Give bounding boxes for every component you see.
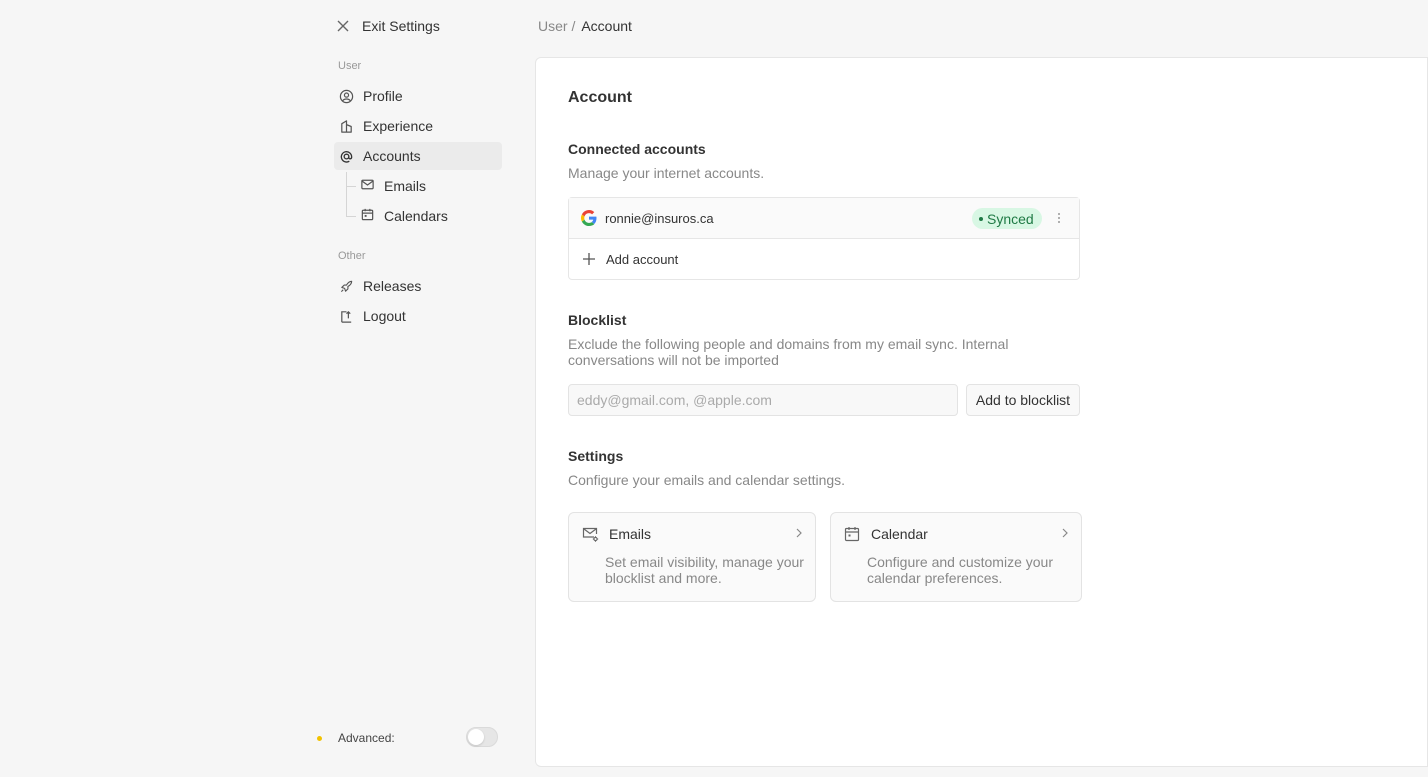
exit-settings-button[interactable]: Exit Settings xyxy=(334,14,440,38)
other-section-label: Other xyxy=(338,250,366,262)
plus-icon xyxy=(583,253,595,265)
sidebar-item-label: Experience xyxy=(363,118,434,134)
sidebar-item-experience[interactable]: Experience xyxy=(334,112,502,140)
sidebar-item-label: Releases xyxy=(363,278,422,294)
blocklist-heading: Blocklist xyxy=(568,312,627,328)
breadcrumb: User / Account xyxy=(538,18,632,34)
toggle-knob xyxy=(468,729,484,745)
calendar-icon xyxy=(360,207,375,225)
more-vertical-icon[interactable] xyxy=(1053,210,1065,226)
emails-settings-card[interactable]: Emails Set email visibility, manage your… xyxy=(568,512,816,602)
sidebar-item-profile[interactable]: Profile xyxy=(334,82,502,110)
exit-settings-label: Exit Settings xyxy=(362,18,440,34)
rocket-icon xyxy=(338,278,354,294)
experience-icon xyxy=(338,118,354,134)
connected-accounts-description: Manage your internet accounts. xyxy=(568,165,765,181)
user-section-label: User xyxy=(338,60,362,72)
settings-heading: Settings xyxy=(568,448,624,464)
advanced-indicator-dot xyxy=(317,735,322,741)
emails-card-description: Set email visibility, manage your blockl… xyxy=(605,554,804,586)
status-badge: Synced xyxy=(972,208,1042,229)
sidebar-item-emails[interactable]: Emails xyxy=(360,172,426,200)
sidebar-item-releases[interactable]: Releases xyxy=(334,272,502,300)
blocklist-description-line: Exclude the following people and domains… xyxy=(568,336,1009,352)
mail-icon xyxy=(360,177,375,195)
logout-icon xyxy=(338,308,354,324)
sidebar-item-accounts[interactable]: Accounts xyxy=(334,142,502,170)
sidebar-item-label: Logout xyxy=(363,308,406,324)
settings-sidebar: Exit Settings User Profile Experience Ac… xyxy=(0,0,534,777)
account-row[interactable]: ronnie@insuros.ca Synced xyxy=(569,198,1079,239)
status-dot xyxy=(979,216,983,221)
blocklist-description: Exclude the following people and domains… xyxy=(568,336,1008,368)
tree-branch xyxy=(346,186,356,187)
breadcrumb-parent[interactable]: User / xyxy=(538,18,575,34)
sidebar-item-label: Calendars xyxy=(384,208,448,224)
chevron-right-icon xyxy=(796,528,802,538)
page-title: Account xyxy=(568,89,632,106)
close-icon xyxy=(334,17,352,35)
card-description-line: Set email visibility, manage your xyxy=(605,554,804,570)
sidebar-item-calendars[interactable]: Calendars xyxy=(360,202,448,230)
accounts-list: ronnie@insuros.ca Synced Add account xyxy=(568,197,1080,280)
tree-line xyxy=(346,172,347,216)
google-icon xyxy=(581,210,597,226)
chevron-right-icon xyxy=(1062,528,1068,538)
settings-panel: Account Connected accounts Manage your i… xyxy=(535,57,1428,767)
user-circle-icon xyxy=(338,88,354,104)
calendar-settings-card[interactable]: Calendar Configure and customize your ca… xyxy=(830,512,1082,602)
sidebar-item-label: Emails xyxy=(384,178,427,194)
breadcrumb-current: Account xyxy=(581,18,632,34)
sidebar-item-label: Accounts xyxy=(363,148,421,164)
connected-accounts-heading: Connected accounts xyxy=(568,141,706,157)
sidebar-item-logout[interactable]: Logout xyxy=(334,302,502,330)
advanced-label: Advanced: xyxy=(338,731,395,745)
account-email: ronnie@insuros.ca xyxy=(605,210,714,226)
card-description-line: blocklist and more. xyxy=(605,570,722,586)
at-icon xyxy=(338,148,354,164)
calendar-card-description: Configure and customize your calendar pr… xyxy=(867,554,1053,586)
mail-settings-icon xyxy=(582,527,599,542)
calendar-icon xyxy=(844,527,860,542)
blocklist-input[interactable] xyxy=(568,384,958,416)
settings-description: Configure your emails and calendar setti… xyxy=(568,472,846,488)
add-to-blocklist-button[interactable]: Add to blocklist xyxy=(966,384,1080,416)
card-description-line: Configure and customize your xyxy=(867,554,1053,570)
calendar-card-title: Calendar xyxy=(871,526,928,542)
advanced-setting: Advanced: xyxy=(316,726,500,750)
sidebar-item-label: Profile xyxy=(363,88,403,104)
add-account-button[interactable]: Add account xyxy=(569,239,1079,279)
status-text: Synced xyxy=(987,210,1034,227)
blocklist-description-line: conversations will not be imported xyxy=(568,352,779,368)
add-account-label: Add account xyxy=(606,251,679,267)
card-description-line: calendar preferences. xyxy=(867,570,1003,586)
advanced-toggle[interactable] xyxy=(466,727,498,747)
tree-branch xyxy=(346,216,356,217)
emails-card-title: Emails xyxy=(609,526,652,542)
